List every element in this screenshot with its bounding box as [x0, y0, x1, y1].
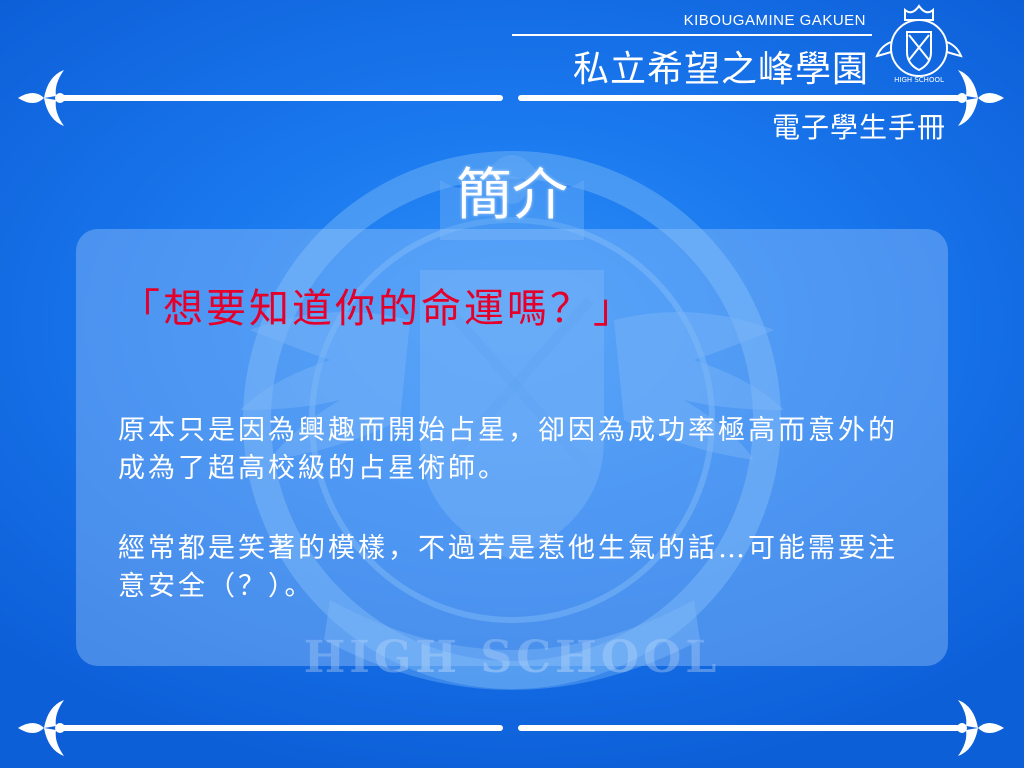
profile-paragraph: 原本只是因為興趣而開始占星，卻因為成功率極高而意外的成為了超高校級的占星術師。	[118, 415, 898, 484]
school-name-english: KIBOUGAMINE GAKUEN	[683, 12, 866, 29]
handbook-label: 電子學生手冊	[771, 111, 946, 144]
header-rule	[512, 34, 872, 36]
school-name-chinese: 私立希望之峰學園	[572, 49, 869, 90]
crest-banner-text: HIGH SCHOOL	[894, 76, 944, 84]
character-quote: 「想要知道你的命運嗎？」	[120, 286, 636, 332]
top-left-rail	[60, 95, 503, 101]
fleur-ornament-icon	[18, 70, 65, 126]
e-handbook-screen: HIGH SCHOOL KIBOUGAMINE GAKUEN 私立希望之峰學園 …	[0, 0, 1024, 768]
bottom-right-rail	[518, 725, 960, 731]
top-right-rail	[518, 95, 960, 101]
bottom-left-rail	[60, 725, 503, 731]
fleur-ornament-icon	[18, 700, 65, 756]
page-title: 簡介	[456, 163, 568, 228]
fleur-ornament-icon	[957, 700, 1004, 756]
profile-paragraph: 經常都是笑著的模樣，不過若是惹他生氣的話…可能需要注意安全（？）。	[118, 533, 898, 602]
school-crest-icon: HIGH SCHOOL	[875, 4, 963, 84]
